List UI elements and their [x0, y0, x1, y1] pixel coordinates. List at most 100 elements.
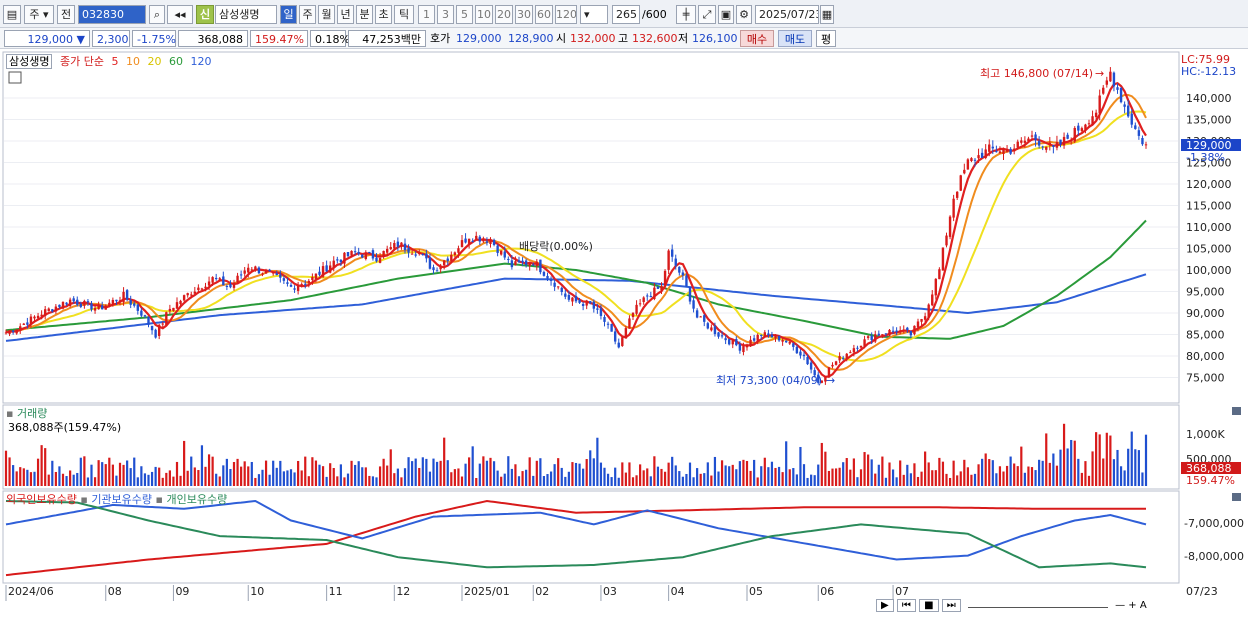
scroll-end-button[interactable]: ⏭ — [941, 599, 961, 612]
holdings-legend-institution[interactable]: 기관보유수량 — [91, 493, 152, 506]
tab-day[interactable]: 일 — [280, 5, 297, 24]
volume-bar — [407, 457, 410, 486]
candle-body — [599, 308, 603, 316]
holdings-legend-individual[interactable]: 개인보유수량 — [167, 493, 228, 506]
candle-body — [482, 239, 485, 242]
holdings-legend-foreign[interactable]: 외국인보유수량 — [6, 493, 77, 506]
volume-bar — [945, 473, 948, 486]
sell-button[interactable]: 매도 — [778, 30, 812, 47]
save-icon[interactable]: ▣ — [718, 5, 734, 24]
volume-bar — [193, 467, 196, 486]
search-icon[interactable]: ⌕ — [149, 5, 165, 24]
interval-3[interactable]: 3 — [437, 5, 454, 24]
volume-bar — [867, 454, 870, 486]
tab-tick[interactable]: 틱 — [394, 5, 414, 24]
ma-legend-20: 20 — [147, 55, 162, 68]
volume-bar — [453, 469, 456, 486]
tab-year[interactable]: 년 — [337, 5, 354, 24]
holdings-close-icon[interactable] — [1232, 493, 1241, 501]
volume-bar — [69, 470, 72, 486]
candle-body — [172, 307, 175, 311]
volume-bar — [325, 476, 328, 486]
candle-body — [68, 299, 72, 307]
market-select[interactable]: 주 ▾ — [24, 5, 54, 24]
eval-button[interactable]: 평 — [816, 30, 836, 47]
volume-bar — [674, 465, 677, 486]
volume-bar — [29, 472, 33, 486]
grid-toggle-icon[interactable] — [8, 71, 22, 84]
volume-bar — [79, 457, 82, 486]
custom-interval-select[interactable]: ▾ — [580, 5, 608, 24]
window-menu-icon[interactable]: ▤ — [3, 5, 21, 24]
candle-body — [870, 335, 873, 341]
volume-bar — [268, 474, 271, 486]
volume-bar — [660, 468, 663, 486]
volume-bar — [817, 464, 820, 486]
candle-body — [254, 266, 257, 270]
chart-svg[interactable]: 140,000135,000130,000125,000120,000115,0… — [0, 49, 1248, 621]
volume-bar — [856, 477, 859, 486]
volume-bar — [1119, 466, 1123, 486]
candle-body — [193, 291, 197, 294]
tab-month[interactable]: 월 — [318, 5, 335, 24]
candle-body — [296, 285, 300, 291]
volume-bar — [720, 460, 724, 486]
volume-bar — [158, 467, 161, 486]
volume-bar — [1066, 448, 1069, 486]
chart-area[interactable]: 140,000135,000130,000125,000120,000115,0… — [0, 49, 1248, 621]
stock-code-input[interactable]: 032830 — [78, 5, 146, 24]
zoom-slider[interactable] — [967, 607, 1108, 608]
font-button[interactable]: A — [1140, 600, 1147, 611]
stock-name-field[interactable]: 삼성생명 — [215, 5, 277, 24]
interval-20[interactable]: 20 — [495, 5, 513, 24]
volume-bar — [400, 477, 403, 486]
scroll-start-button[interactable]: ⏮ — [896, 599, 916, 612]
volume-bar — [1109, 435, 1112, 486]
interval-1[interactable]: 1 — [418, 5, 435, 24]
settings-icon[interactable]: ⚙ — [736, 5, 752, 24]
speaker-icon[interactable]: ◂◂ — [167, 5, 193, 24]
zoom-out-button[interactable]: — — [1115, 600, 1125, 611]
volume-bar — [582, 468, 585, 486]
buy-button[interactable]: 매수 — [740, 30, 774, 47]
volume-bar — [859, 469, 863, 486]
tab-second[interactable]: 초 — [375, 5, 392, 24]
price-stock-label[interactable]: 삼성생명 — [6, 54, 53, 69]
candle-body — [784, 340, 788, 343]
volume-bar — [628, 462, 631, 486]
interval-60[interactable]: 60 — [535, 5, 553, 24]
candle-type-icon[interactable]: ╪ — [676, 5, 696, 24]
volume-bar — [300, 470, 303, 486]
interval-5[interactable]: 5 — [456, 5, 473, 24]
draw-tool-icon[interactable]: ⤢ — [698, 5, 716, 24]
candle-body — [809, 362, 813, 370]
interval-120[interactable]: 120 — [555, 5, 577, 24]
tab-minute[interactable]: 분 — [356, 5, 373, 24]
volume-bar — [998, 466, 1002, 486]
date-input[interactable]: 2025/07/23 — [755, 5, 819, 24]
volume-pct-tag: 159.47% — [1186, 474, 1235, 487]
interval-10[interactable]: 10 — [475, 5, 493, 24]
tab-week[interactable]: 주 — [299, 5, 316, 24]
count-input[interactable]: 265 — [612, 5, 640, 24]
zoom-in-button[interactable]: + — [1128, 600, 1136, 611]
scroll-right-button[interactable]: ▶ — [876, 599, 894, 612]
candle-body — [1084, 124, 1087, 130]
candle-body — [852, 348, 856, 353]
prev-button[interactable]: 전 — [57, 5, 75, 24]
volume-bar — [240, 466, 243, 486]
volume-bar — [172, 476, 175, 486]
candle-body — [425, 253, 428, 259]
candle-body — [556, 286, 560, 288]
candle-body — [26, 322, 29, 325]
volume-bar — [546, 474, 549, 486]
volume-bar — [813, 475, 816, 486]
candle-body — [806, 356, 809, 365]
x-tick-label: 09 — [175, 585, 189, 598]
volume-close-icon[interactable] — [1232, 407, 1241, 415]
calendar-icon[interactable]: ▦ — [820, 5, 834, 24]
interval-30[interactable]: 30 — [515, 5, 533, 24]
candle-body — [289, 284, 293, 287]
y-tick-label: 115,000 — [1186, 200, 1232, 213]
stop-button[interactable]: ■ — [919, 599, 939, 612]
